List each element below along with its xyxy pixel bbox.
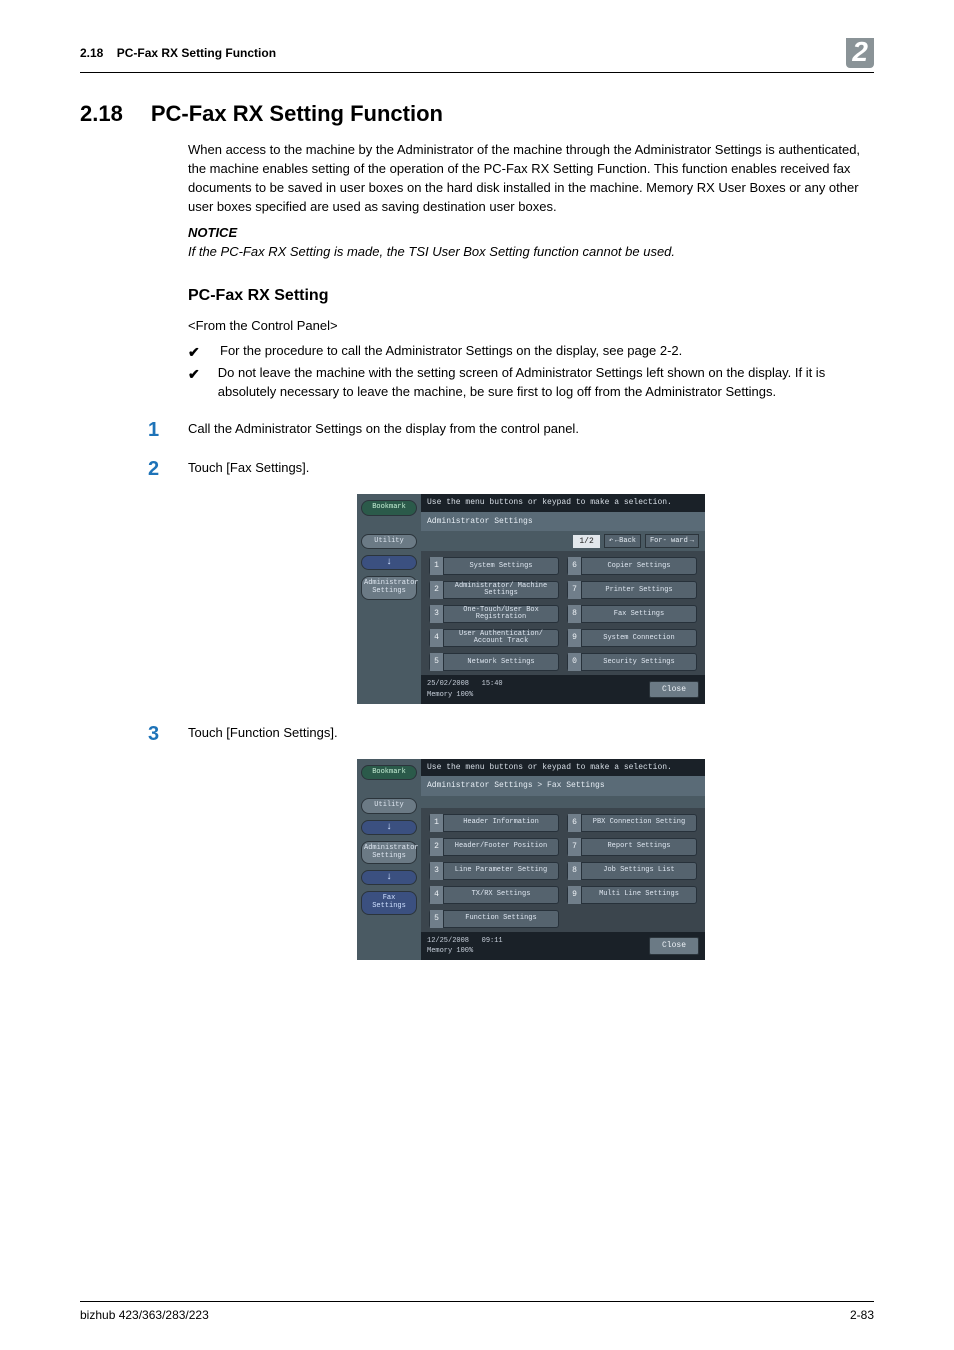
admin-settings-nav[interactable]: Administrator Settings xyxy=(361,841,417,864)
list-item-text: For the procedure to call the Administra… xyxy=(220,342,682,362)
step-row: 2 Touch [Fax Settings]. xyxy=(188,455,874,484)
page-indicator: 1/2 xyxy=(573,535,599,549)
chapter-badge: 2 xyxy=(846,38,874,68)
admin-settings-nav[interactable]: Administrator Settings xyxy=(361,576,417,599)
menu-copier-settings[interactable]: 6Copier Settings xyxy=(567,557,697,575)
step-text: Call the Administrator Settings on the d… xyxy=(188,420,579,439)
intro-paragraph: When access to the machine by the Admini… xyxy=(188,141,874,216)
menu-multi-line[interactable]: 9Multi Line Settings xyxy=(567,886,697,904)
utility-button[interactable]: Utility xyxy=(361,534,417,550)
footer-left: bizhub 423/363/283/223 xyxy=(80,1308,209,1322)
footer-right: 2-83 xyxy=(850,1308,874,1322)
forward-button[interactable]: For- ward→ xyxy=(645,534,699,548)
breadcrumb: Administrator Settings xyxy=(421,512,705,532)
menu-one-touch[interactable]: 3One-Touch/User Box Registration xyxy=(429,605,559,623)
menu-job-settings[interactable]: 8Job Settings List xyxy=(567,862,697,880)
breadcrumb: Administrator Settings > Fax Settings xyxy=(421,776,705,796)
menu-user-auth[interactable]: 4User Authentication/ Account Track xyxy=(429,629,559,647)
step-row: 3 Touch [Function Settings]. xyxy=(188,720,874,749)
menu-printer-settings[interactable]: 7Printer Settings xyxy=(567,581,697,599)
heading-title: PC-Fax RX Setting Function xyxy=(151,101,443,127)
step-text: Touch [Function Settings]. xyxy=(188,724,338,743)
status-text: 25/02/2008 15:40 Memory 100% xyxy=(427,679,503,699)
down-arrow-icon: ↓ xyxy=(361,555,417,570)
menu-fax-settings[interactable]: 8Fax Settings xyxy=(567,605,697,623)
prerequisite-list: ✔ For the procedure to call the Administ… xyxy=(188,342,874,402)
fax-settings-nav[interactable]: Fax Settings xyxy=(361,891,417,914)
menu-txrx-settings[interactable]: 4TX/RX Settings xyxy=(429,886,559,904)
utility-button[interactable]: Utility xyxy=(361,798,417,814)
forward-arrow-icon: → xyxy=(690,536,694,546)
step-number: 3 xyxy=(148,720,164,749)
step-text: Touch [Fax Settings]. xyxy=(188,459,309,478)
step-row: 1 Call the Administrator Settings on the… xyxy=(188,416,874,445)
menu-function-settings[interactable]: 5Function Settings xyxy=(429,910,559,928)
menu-system-connection[interactable]: 9System Connection xyxy=(567,629,697,647)
menu-report-settings[interactable]: 7Report Settings xyxy=(567,838,697,856)
bookmark-button[interactable]: Bookmark xyxy=(361,500,417,516)
menu-admin-machine[interactable]: 2Administrator/ Machine Settings xyxy=(429,581,559,599)
page-header: 2.18 PC-Fax RX Setting Function 2 xyxy=(80,38,874,73)
check-icon: ✔ xyxy=(188,342,202,362)
panel-hint: Use the menu buttons or keypad to make a… xyxy=(421,759,705,777)
down-arrow-icon: ↓ xyxy=(361,820,417,835)
menu-system-settings[interactable]: 1System Settings xyxy=(429,557,559,575)
back-icon: ↶ xyxy=(609,536,613,546)
heading-number: 2.18 xyxy=(80,101,123,127)
header-section-num: 2.18 xyxy=(80,46,103,60)
list-item: ✔ Do not leave the machine with the sett… xyxy=(188,364,874,402)
menu-network-settings[interactable]: 5Network Settings xyxy=(429,653,559,671)
down-arrow-icon: ↓ xyxy=(361,870,417,885)
step-number: 1 xyxy=(148,416,164,445)
status-text: 12/25/2008 09:11 Memory 100% xyxy=(427,936,503,956)
list-item: ✔ For the procedure to call the Administ… xyxy=(188,342,874,362)
menu-header-info[interactable]: 1Header Information xyxy=(429,814,559,832)
menu-line-param[interactable]: 3Line Parameter Setting xyxy=(429,862,559,880)
menu-pbx-connection[interactable]: 6PBX Connection Setting xyxy=(567,814,697,832)
menu-header-footer[interactable]: 2Header/Footer Position xyxy=(429,838,559,856)
header-section-title: PC-Fax RX Setting Function xyxy=(117,46,276,60)
notice-label: NOTICE xyxy=(188,224,874,243)
notice-text: If the PC-Fax RX Setting is made, the TS… xyxy=(188,243,874,262)
control-panel-screenshot-1: Bookmark Utility ↓ Administrator Setting… xyxy=(357,494,705,704)
from-control-panel: <From the Control Panel> xyxy=(188,317,874,336)
close-button[interactable]: Close xyxy=(649,937,699,955)
panel-hint: Use the menu buttons or keypad to make a… xyxy=(421,494,705,512)
step-number: 2 xyxy=(148,455,164,484)
check-icon: ✔ xyxy=(188,364,200,402)
close-button[interactable]: Close xyxy=(649,681,699,699)
bookmark-button[interactable]: Bookmark xyxy=(361,765,417,781)
back-button[interactable]: ↶←Back xyxy=(604,534,641,548)
subheading: PC-Fax RX Setting xyxy=(188,284,874,307)
menu-security-settings[interactable]: 0Security Settings xyxy=(567,653,697,671)
list-item-text: Do not leave the machine with the settin… xyxy=(218,364,874,402)
control-panel-screenshot-2: Bookmark Utility ↓ Administrator Setting… xyxy=(357,759,705,960)
page-footer: bizhub 423/363/283/223 2-83 xyxy=(80,1301,874,1322)
